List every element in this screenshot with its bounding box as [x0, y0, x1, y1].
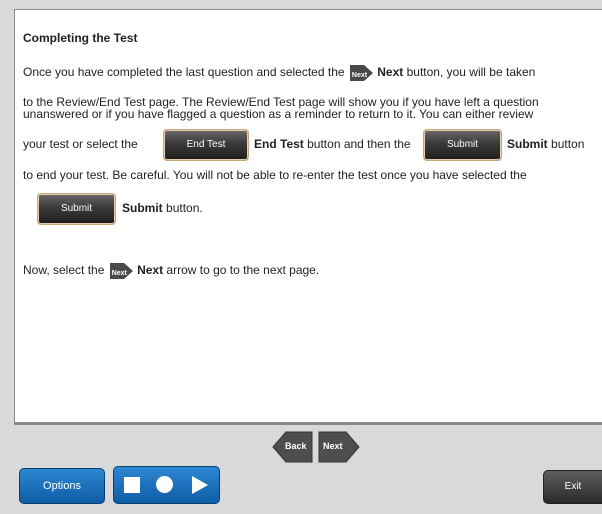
stop-icon[interactable] [124, 477, 140, 493]
next-bold-label: Next [377, 65, 404, 80]
media-controls [113, 466, 220, 504]
paragraph-line-4-pre: your test or select the [23, 137, 138, 151]
line1-post-text: button, you will be taken [406, 65, 536, 80]
next-inline-icon: Next [348, 63, 374, 83]
paragraph-line-3: unanswered or if you have flagged a ques… [23, 107, 534, 121]
paragraph-line-4-post: Submit button [507, 137, 585, 151]
next-button[interactable]: Next [318, 431, 360, 468]
paragraph-line-5: to end your test. Be careful. You will n… [23, 168, 527, 182]
play-icon[interactable] [192, 476, 208, 494]
submit-button-sample-2: Submit [37, 193, 116, 225]
options-button[interactable]: Options [19, 468, 105, 504]
next-inline-icon-2: Next [108, 261, 134, 281]
paragraph-line-4-mid: End Test button and then the [254, 137, 411, 151]
page-title: Completing the Test [23, 31, 138, 45]
content-divider [14, 423, 602, 425]
submit-button-sample: Submit [423, 129, 502, 161]
paragraph-line-6: Submit button. [122, 201, 203, 215]
line1-text: Once you have completed the last questio… [23, 65, 345, 80]
end-test-button-sample: End Test [163, 129, 249, 161]
paragraph-line-1: Once you have completed the last questio… [23, 63, 535, 83]
exit-button[interactable]: Exit [543, 470, 602, 504]
record-icon[interactable] [156, 476, 173, 493]
paragraph-line-7: Now, select the Next Next arrow to go to… [23, 261, 319, 281]
back-button[interactable]: Back [272, 431, 314, 468]
